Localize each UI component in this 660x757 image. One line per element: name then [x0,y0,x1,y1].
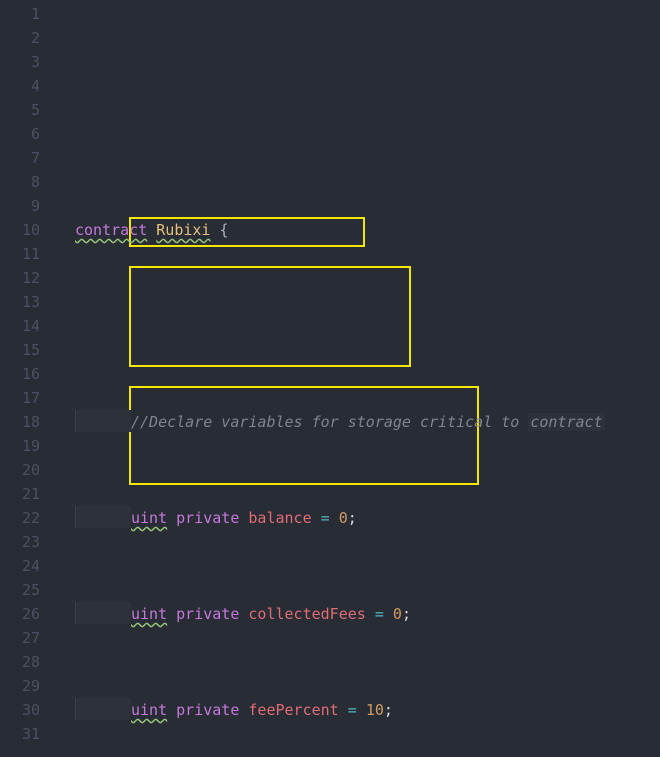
line-number: 9 [0,194,45,218]
code-line: uint private feePercent = 10; [45,698,660,722]
code-line: uint private balance = 0; [45,506,660,530]
line-number: 4 [0,74,45,98]
line-number: 11 [0,242,45,266]
line-number: 21 [0,482,45,506]
line-number: 7 [0,146,45,170]
line-number-gutter: 1 2 3 4 5 6 7 8 9 10 11 12 13 14 15 16 1… [0,0,45,757]
code-area[interactable]: contract Rubixi { //Declare variables fo… [45,0,660,757]
line-number: 1 [0,2,45,26]
line-number: 20 [0,458,45,482]
line-number: 12 [0,266,45,290]
line-number: 13 [0,290,45,314]
line-number: 14 [0,314,45,338]
line-number: 22 [0,506,45,530]
line-number: 25 [0,578,45,602]
line-number: 26 [0,602,45,626]
code-editor[interactable]: 1 2 3 4 5 6 7 8 9 10 11 12 13 14 15 16 1… [0,0,660,757]
highlight-box-onlyowner [129,386,479,485]
line-number: 27 [0,626,45,650]
code-line: contract Rubixi { [45,218,660,242]
comment-highlight: contract [528,413,604,431]
line-number: 18 [0,410,45,434]
line-number: 3 [0,50,45,74]
line-number: 29 [0,674,45,698]
line-number: 15 [0,338,45,362]
line-number: 24 [0,554,45,578]
line-number: 6 [0,122,45,146]
line-number: 8 [0,170,45,194]
line-number: 17 [0,386,45,410]
comment: //Declare variables for storage critical… [131,413,528,431]
line-number: 16 [0,362,45,386]
code-line: //Declare variables for storage critical… [45,410,660,434]
line-number: 30 [0,698,45,722]
line-number: 19 [0,434,45,458]
line-number: 2 [0,26,45,50]
line-number: 10 [0,218,45,242]
line-number: 5 [0,98,45,122]
line-number: 31 [0,722,45,746]
line-number: 23 [0,530,45,554]
code-line [45,314,660,338]
line-number: 28 [0,650,45,674]
code-line: uint private collectedFees = 0; [45,602,660,626]
